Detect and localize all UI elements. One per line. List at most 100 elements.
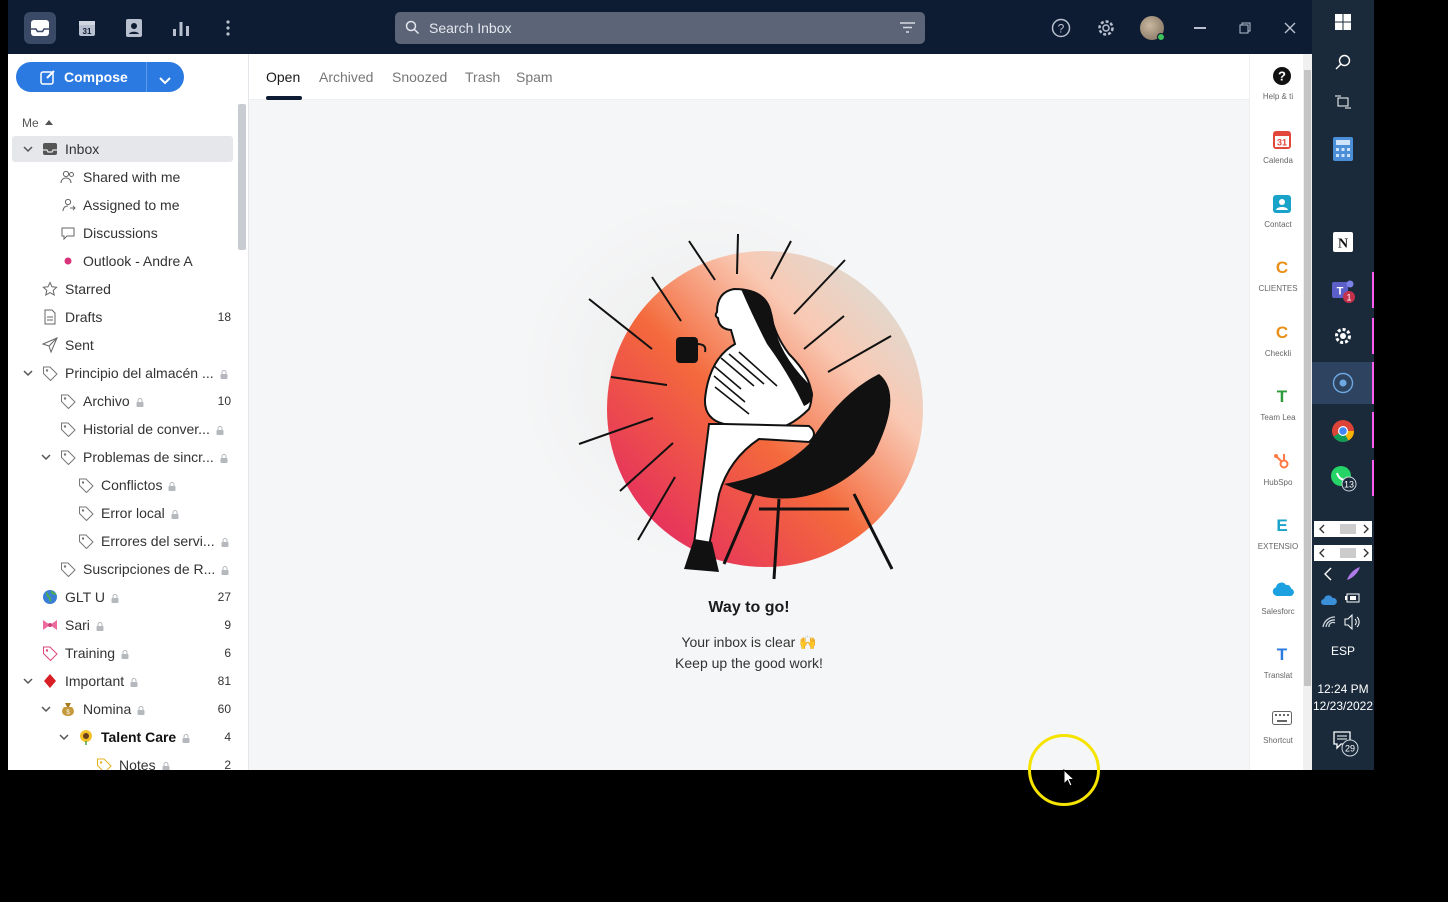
nav-item-notes[interactable]: Notes 2 [12, 752, 233, 770]
nav-item-archivo[interactable]: Archivo 10 [12, 388, 233, 414]
nav-item-talent-care[interactable]: Talent Care 4 [12, 724, 233, 750]
compose-button[interactable]: Compose [16, 62, 184, 92]
tag-icon [60, 393, 76, 410]
active-app-icon[interactable] [1312, 362, 1374, 404]
integration-app-2[interactable]: Contact [1250, 194, 1304, 234]
nav-item-principio-del-almacen[interactable]: Principio del almacén ... [12, 360, 233, 386]
nav-item-outlook-andre-a[interactable]: Outlook - Andre A [12, 248, 233, 274]
onedrive-icon[interactable] [1321, 592, 1337, 610]
nav-item-assigned-to-me[interactable]: Assigned to me [12, 192, 233, 218]
integration-icon: E [1276, 516, 1288, 535]
expand-chevron-icon[interactable] [58, 730, 70, 742]
nav-item-important[interactable]: Important 81 [12, 668, 233, 694]
empty-state-line2: Keep up the good work! [675, 655, 823, 671]
more-apps-icon[interactable] [212, 12, 244, 44]
nav-item-count: 6 [224, 646, 231, 660]
integration-app-10[interactable]: Shortcut [1250, 710, 1304, 750]
user-avatar[interactable] [1140, 16, 1165, 41]
integration-app-9[interactable]: T Translat [1250, 645, 1304, 685]
calculator-icon[interactable] [1312, 134, 1374, 164]
inbox-app-icon[interactable] [24, 12, 56, 44]
svg-text:?: ? [1058, 22, 1065, 36]
wifi-icon[interactable] [1321, 615, 1337, 634]
tray-expand-chevron-icon[interactable] [1322, 567, 1334, 586]
nav-item-drafts[interactable]: Drafts 18 [12, 304, 233, 330]
integration-app-4[interactable]: C Checkli [1250, 323, 1304, 363]
compose-label: Compose [64, 69, 128, 85]
star-icon [42, 281, 58, 297]
clock-time[interactable]: 12:24 PM [1312, 682, 1374, 696]
settings-gear-icon[interactable] [1096, 18, 1116, 43]
action-center-icon[interactable]: 29 [1332, 730, 1362, 765]
minimize-icon[interactable] [1194, 27, 1206, 29]
tab-open[interactable]: Open [266, 69, 300, 85]
notion-icon[interactable]: N [1312, 230, 1374, 254]
nav-item-glt-u[interactable]: GLT U 27 [12, 584, 233, 610]
analytics-app-icon[interactable] [165, 12, 197, 44]
windows-start-icon[interactable] [1312, 10, 1374, 34]
expand-chevron-icon[interactable] [22, 674, 34, 686]
taskbar-search-icon[interactable] [1312, 50, 1374, 74]
settings-app-icon[interactable] [1312, 322, 1374, 350]
nav-item-shared-with-me[interactable]: Shared with me [12, 164, 233, 190]
nav-item-starred[interactable]: Starred [12, 276, 233, 302]
restore-icon[interactable] [1239, 21, 1251, 39]
help-icon[interactable]: ? [1051, 18, 1071, 43]
nav-item-errores-del-servi[interactable]: Errores del servi... [12, 528, 233, 554]
nav-scrollbar[interactable] [238, 104, 246, 250]
nav-item-sari[interactable]: Sari 9 [12, 612, 233, 638]
scrollbar-thumb[interactable] [1304, 70, 1311, 686]
tab-archived[interactable]: Archived [319, 69, 373, 85]
nav-item-inbox[interactable]: Inbox [12, 136, 233, 162]
integration-app-0[interactable]: ? Help & ti [1250, 66, 1304, 106]
tray-scrollbar-2[interactable] [1314, 545, 1372, 561]
volume-icon[interactable] [1344, 613, 1362, 635]
nav-item-discussions[interactable]: Discussions [12, 220, 233, 246]
teams-icon[interactable]: T1 [1312, 276, 1374, 306]
nav-item-training[interactable]: Training 6 [12, 640, 233, 666]
nav-item-sent[interactable]: Sent [12, 332, 233, 358]
nav-item-problemas-de-sincr[interactable]: Problemas de sincr... [12, 444, 233, 470]
calendar-app-icon[interactable]: 31 [71, 12, 103, 44]
task-view-icon[interactable] [1312, 90, 1374, 114]
tab-spam[interactable]: Spam [516, 69, 553, 85]
nav-item-error-local[interactable]: Error local [12, 500, 233, 526]
compose-dropdown-chevron-icon[interactable] [159, 72, 171, 90]
nav-item-historial-de-conver[interactable]: Historial de conver... [12, 416, 233, 442]
contacts-app-icon[interactable] [118, 12, 150, 44]
integration-app-6[interactable]: HubSpo [1250, 452, 1304, 492]
integration-app-8[interactable]: Salesforc [1250, 581, 1304, 621]
expand-chevron-icon[interactable] [22, 142, 34, 154]
nav-item-label: Errores del servi... [101, 533, 229, 549]
language-indicator[interactable]: ESP [1312, 644, 1374, 658]
tab-snoozed[interactable]: Snoozed [392, 69, 447, 85]
nav-item-nomina[interactable]: $ Nomina 60 [12, 696, 233, 722]
nav-item-conflictos[interactable]: Conflictos [12, 472, 233, 498]
search-input[interactable]: Search Inbox [395, 12, 925, 44]
integration-app-1[interactable]: 31 Calenda [1250, 130, 1304, 170]
tag-icon [78, 533, 94, 550]
tray-scrollbar-1[interactable] [1314, 521, 1372, 537]
integration-app-5[interactable]: T Team Lea [1250, 387, 1304, 427]
mouse-pointer-icon [1063, 768, 1076, 792]
integration-app-3[interactable]: C CLIENTES [1250, 258, 1304, 298]
tab-trash[interactable]: Trash [465, 69, 500, 85]
expand-chevron-icon[interactable] [40, 702, 52, 714]
expand-chevron-icon[interactable] [22, 366, 34, 378]
integrations-scrollbar[interactable] [1303, 54, 1312, 770]
battery-icon[interactable] [1345, 591, 1361, 609]
active-app-indicator [1372, 362, 1374, 404]
whatsapp-icon[interactable]: 13 [1312, 462, 1374, 494]
feather-tray-icon[interactable] [1345, 566, 1361, 587]
tag-icon [60, 421, 76, 438]
integration-app-7[interactable]: E EXTENSIO [1250, 516, 1304, 556]
close-icon[interactable] [1284, 21, 1296, 39]
nav-item-count: 4 [224, 730, 231, 744]
expand-chevron-icon[interactable] [40, 450, 52, 462]
chrome-icon[interactable] [1312, 416, 1374, 446]
filter-icon[interactable] [900, 21, 915, 39]
clock-date[interactable]: 12/23/2022 [1312, 699, 1374, 713]
nav-item-suscripciones-de-r[interactable]: Suscripciones de R... [12, 556, 233, 582]
me-section-header[interactable]: Me [22, 116, 54, 130]
nav-item-label: Archivo [83, 393, 144, 409]
